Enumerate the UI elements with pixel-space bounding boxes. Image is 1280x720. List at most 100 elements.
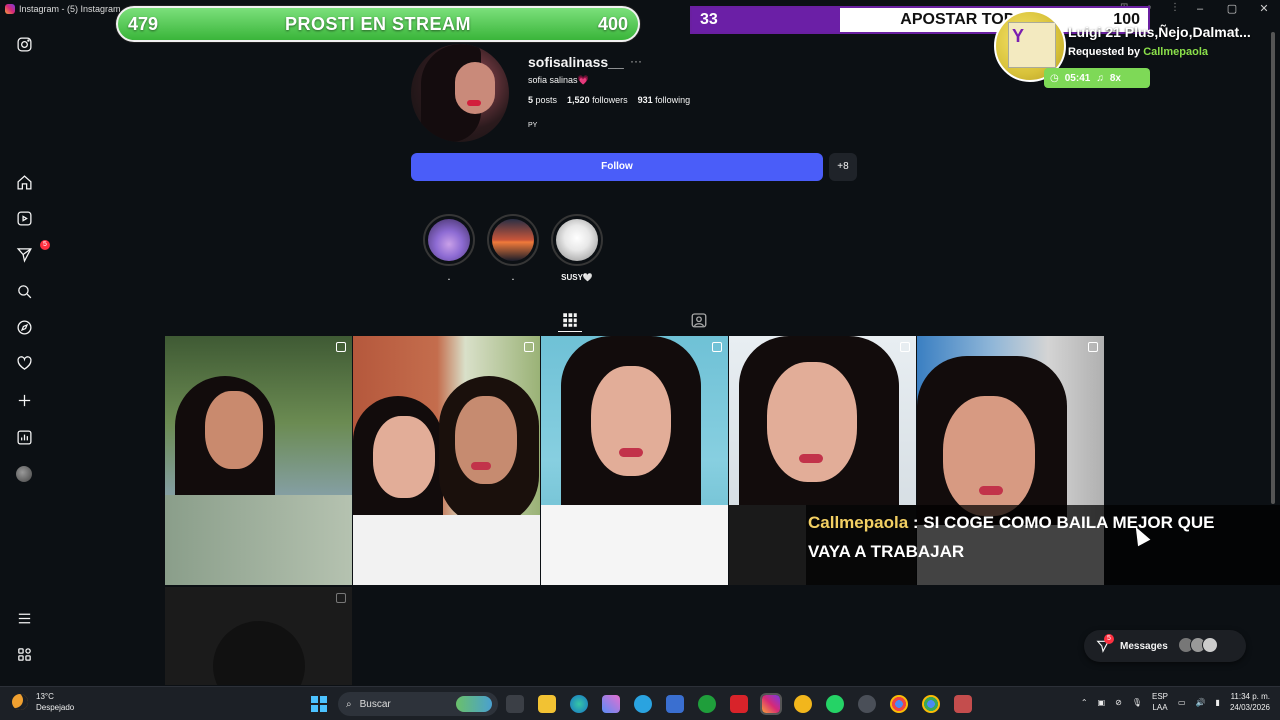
language-indicator[interactable]: ESP LAA (1152, 691, 1168, 713)
telegram-icon[interactable] (634, 695, 652, 713)
carousel-icon (712, 342, 722, 352)
reels-icon[interactable] (14, 208, 34, 228)
clock[interactable]: 11:34 p. m. 24/03/2026 (1230, 691, 1270, 713)
chat-text-2: VAYA A TRABAJAR (808, 542, 965, 561)
followers-label: followers (592, 95, 628, 105)
post-tile[interactable] (541, 336, 728, 585)
microphone-icon[interactable]: 🎙 (1132, 698, 1142, 707)
clock-time: 11:34 p. m. (1230, 692, 1270, 701)
chart-icon[interactable] (14, 427, 34, 447)
follow-button[interactable]: Follow (411, 153, 823, 181)
wps-icon[interactable] (730, 695, 748, 713)
highlight-ring (551, 214, 603, 266)
heart-icon[interactable] (14, 353, 34, 373)
post-tile[interactable] (165, 336, 352, 585)
volume-icon[interactable]: 🔊 (1196, 698, 1206, 707)
taskbar-search[interactable]: ⌕ Buscar (338, 692, 498, 716)
stream-right-count: 400 (597, 13, 628, 34)
network-off-icon[interactable]: ⊘ (1115, 698, 1122, 707)
posts-grid-icon[interactable] (561, 311, 579, 329)
copilot-icon[interactable] (602, 695, 620, 713)
profile-stats: 5 posts 1,520 followers 931 following (528, 95, 690, 105)
highlight-label: . (447, 273, 451, 282)
profile-avatar[interactable] (411, 44, 509, 142)
highlight-item[interactable]: SUSY🤍 (550, 214, 604, 282)
carousel-icon (336, 342, 346, 352)
monitor-icon[interactable]: ▭ (1178, 698, 1186, 707)
posts-count: 5 (528, 95, 534, 105)
file-explorer-icon[interactable] (538, 695, 556, 713)
post-tile[interactable] (165, 587, 352, 685)
chat-separator: : (908, 513, 924, 532)
stream-bar-label: PROSTI EN STREAM (284, 13, 471, 34)
instagram-icon[interactable] (14, 34, 34, 54)
edge-icon[interactable] (570, 695, 588, 713)
stream-goal-bar: 479 PROSTI EN STREAM 400 (116, 6, 640, 42)
profile-bio: PY (528, 122, 538, 129)
scrollbar[interactable] (1270, 28, 1276, 668)
home-icon[interactable] (14, 172, 34, 192)
suggested-users-button[interactable]: +8 (829, 153, 857, 181)
following-stat[interactable]: 931 following (638, 95, 691, 105)
chrome-icon[interactable] (794, 695, 812, 713)
scrollbar-thumb[interactable] (1271, 32, 1275, 504)
language-top: ESP (1152, 692, 1169, 701)
following-label: following (655, 95, 691, 105)
plus-icon[interactable] (14, 390, 34, 410)
search-icon[interactable] (14, 281, 34, 301)
chrome-profile-icon[interactable] (890, 695, 908, 713)
tagged-icon[interactable] (690, 311, 708, 329)
followers-stat[interactable]: 1,520 followers (567, 95, 628, 105)
messages-label: Messages (1120, 640, 1168, 652)
sidebar: 5 (0, 18, 50, 688)
xbox-icon[interactable] (698, 695, 716, 713)
store-icon[interactable] (666, 695, 684, 713)
window-title: Instagram - (5) Instagram (19, 4, 121, 14)
posts-stat: 5 posts (528, 95, 557, 105)
chrome-profile-2-icon[interactable] (922, 695, 940, 713)
language-bottom: LAA (1152, 703, 1168, 712)
instagram-app-icon[interactable] (760, 693, 782, 715)
windows-start-icon[interactable] (311, 696, 327, 712)
highlight-ring (487, 214, 539, 266)
tray-app-icon[interactable]: ▣ (1098, 698, 1106, 707)
bet-left-value: 33 (692, 8, 840, 32)
instagram-favicon-icon (5, 4, 15, 14)
more-options-icon[interactable]: ··· (630, 54, 642, 68)
pink-heart-icon: 💗 (577, 75, 589, 85)
post-tile[interactable] (353, 336, 540, 585)
send-icon[interactable]: 5 (14, 240, 50, 264)
highlight-item[interactable]: . (422, 214, 476, 282)
active-tab-indicator (558, 331, 582, 332)
carousel-icon (336, 593, 346, 603)
song-title: Luigi 21 Plus,Ñejo,Dalmat... (1068, 24, 1251, 40)
chevron-up-icon[interactable]: ⌃ (1081, 698, 1088, 707)
following-count: 931 (637, 95, 653, 105)
compass-icon[interactable] (14, 317, 34, 337)
taskbar: 13°C Despejado ⌕ Buscar ⌃ ▣ ⊘ 🎙 ESP LAA ▭ (0, 686, 1280, 720)
message-avatars (1177, 637, 1230, 655)
stream-left-count: 479 (128, 13, 159, 34)
battery-icon[interactable]: ▮ (1216, 698, 1220, 707)
whatsapp-icon[interactable] (826, 695, 844, 713)
apps-icon[interactable] (14, 644, 34, 664)
weather-widget[interactable]: 13°C Despejado (12, 691, 74, 713)
system-tray: ⌃ ▣ ⊘ 🎙 ESP LAA ▭ 🔊 ▮ 11:34 p. m. 24/03/20… (1081, 691, 1270, 713)
messages-badge: 5 (1104, 634, 1114, 644)
chat-message-overlay: Callmepaola : SI COGE COMO BAILA MEJOR Q… (806, 505, 1280, 585)
menu-icon[interactable] (14, 608, 34, 628)
carousel-icon (900, 342, 910, 352)
highlight-item[interactable]: . (486, 214, 540, 282)
moon-icon (12, 694, 28, 710)
requester-name: Callmepaola (1143, 46, 1208, 58)
settings-icon[interactable] (858, 695, 876, 713)
highlight-label: SUSY🤍 (561, 273, 593, 282)
avatar[interactable] (14, 464, 34, 484)
search-placeholder: Buscar (359, 698, 391, 710)
task-view-icon[interactable] (506, 695, 524, 713)
clock-icon: ◷ (1050, 72, 1059, 84)
song-info-pill: ◷ 05:41 ♫ 8x (1044, 68, 1150, 88)
toolbox-icon[interactable] (954, 695, 972, 713)
followers-count: 1,520 (567, 95, 590, 105)
requested-by: Requested by Callmepaola (1068, 46, 1208, 58)
